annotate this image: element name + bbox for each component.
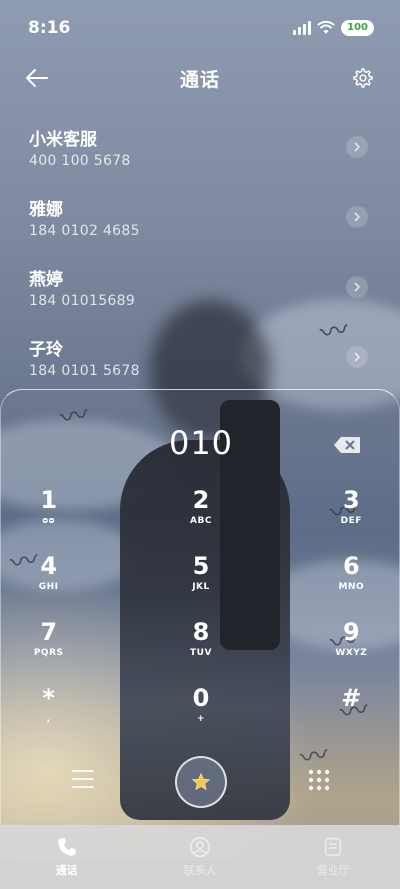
key-5[interactable]: 5 JKL [134, 551, 267, 617]
back-button[interactable] [22, 63, 52, 93]
key-letters: GHI [38, 582, 59, 592]
chevron-right-icon [354, 212, 361, 222]
dial-actions [1, 756, 400, 812]
signal-icon [293, 21, 312, 35]
key-letters: MNO [338, 582, 365, 592]
key-digit: 3 [342, 486, 360, 514]
dialpad-keys: 1 ᴑᴑ 2 ABC 3 DEF 4 GHI 5 JKL 6 MNO 7 PQR… [1, 485, 400, 749]
status-time: 8:16 [28, 18, 71, 38]
key-digit: 7 [40, 618, 58, 646]
star-call-icon [191, 772, 211, 791]
contact-number: 400 100 5678 [29, 153, 131, 169]
key-digit: * [42, 684, 55, 712]
contact-info: 雅娜 184 0102 4685 [29, 195, 140, 239]
contact-info: 小米客服 400 100 5678 [29, 125, 131, 169]
key-digit: 4 [40, 552, 58, 580]
backspace-button[interactable] [333, 436, 361, 454]
key-0[interactable]: 0 + [134, 683, 267, 749]
dialpad-panel: 010 1 ᴑᴑ 2 ABC 3 DEF 4 GHI 5 JKL 6 MNO 7… [0, 389, 400, 825]
list-item[interactable]: 子玲 184 0101 5678 [0, 322, 400, 392]
key-letters: TUV [190, 648, 212, 658]
key-4[interactable]: 4 GHI [1, 551, 134, 617]
gear-icon [353, 68, 373, 88]
key-digit: 5 [192, 552, 210, 580]
key-digit: 2 [192, 486, 210, 514]
battery-indicator: 100 [341, 20, 374, 36]
chevron-right-icon [354, 142, 361, 152]
contact-list: 小米客服 400 100 5678 雅娜 184 0102 4685 燕婷 18… [0, 112, 400, 392]
status-bar: 8:16 100 [0, 0, 400, 56]
call-button[interactable] [175, 756, 227, 808]
key-digit: 1 [40, 486, 58, 514]
chevron-right-icon [354, 282, 361, 292]
key-8[interactable]: 8 TUV [134, 617, 267, 683]
tab-contacts[interactable]: 联系人 [133, 825, 266, 889]
key-letters: ABC [190, 516, 212, 526]
wifi-icon [317, 21, 335, 34]
key-star[interactable]: * , [1, 683, 134, 749]
arrow-left-icon [26, 69, 48, 87]
chevron-right-icon [354, 352, 361, 362]
phone-icon [57, 838, 76, 856]
key-letters: DEF [340, 516, 362, 526]
key-letters: JKL [192, 582, 210, 592]
list-item[interactable]: 小米客服 400 100 5678 [0, 112, 400, 182]
tab-service-hall[interactable]: 营业厅 [267, 825, 400, 889]
key-6[interactable]: 6 MNO [268, 551, 400, 617]
menu-button[interactable] [71, 768, 97, 792]
key-digit: 6 [342, 552, 360, 580]
tab-label: 营业厅 [316, 864, 350, 877]
header: 通话 [0, 56, 400, 100]
contact-name: 小米客服 [29, 130, 97, 150]
key-digit: 0 [192, 684, 210, 712]
key-letters: + [196, 714, 206, 724]
list-item[interactable]: 雅娜 184 0102 4685 [0, 182, 400, 252]
menu-icon [72, 770, 94, 788]
key-letters: WXYZ [335, 648, 368, 658]
voicemail-icon: ᴑᴑ [42, 516, 56, 526]
contact-detail-button[interactable] [346, 206, 368, 228]
key-digit: # [341, 684, 362, 712]
key-digit: 8 [192, 618, 210, 646]
contact-name: 燕婷 [29, 270, 63, 290]
contact-number: 184 0101 5678 [29, 363, 140, 379]
key-1[interactable]: 1 ᴑᴑ [1, 485, 134, 551]
tab-calls[interactable]: 通话 [0, 825, 133, 889]
contact-info: 燕婷 184 01015689 [29, 265, 135, 309]
contact-name: 子玲 [29, 340, 63, 360]
contact-icon [189, 837, 210, 857]
key-3[interactable]: 3 DEF [268, 485, 400, 551]
key-7[interactable]: 7 PQRS [1, 617, 134, 683]
dialpad-toggle-button[interactable] [307, 768, 331, 792]
backspace-icon [334, 437, 360, 453]
key-9[interactable]: 9 WXYZ [268, 617, 400, 683]
contact-detail-button[interactable] [346, 136, 368, 158]
bottom-nav: 通话 联系人 营业厅 [0, 825, 400, 889]
tab-label: 通话 [55, 864, 78, 877]
contact-detail-button[interactable] [346, 346, 368, 368]
service-hall-icon [325, 837, 342, 857]
key-letters: PQRS [33, 648, 64, 658]
contact-number: 184 0102 4685 [29, 223, 140, 239]
tab-label: 联系人 [183, 864, 217, 877]
key-letters: , [46, 714, 51, 724]
page-title: 通话 [179, 68, 220, 91]
key-2[interactable]: 2 ABC [134, 485, 267, 551]
contact-number: 184 01015689 [29, 293, 136, 309]
settings-button[interactable] [348, 63, 378, 93]
key-hash[interactable]: # [268, 683, 400, 749]
key-digit: 9 [342, 618, 360, 646]
contact-detail-button[interactable] [346, 276, 368, 298]
list-item[interactable]: 燕婷 184 01015689 [0, 252, 400, 322]
dialpad-grid-icon [308, 769, 330, 791]
status-icons: 100 [293, 20, 374, 36]
contact-name: 雅娜 [29, 200, 63, 220]
contact-info: 子玲 184 0101 5678 [29, 335, 140, 379]
